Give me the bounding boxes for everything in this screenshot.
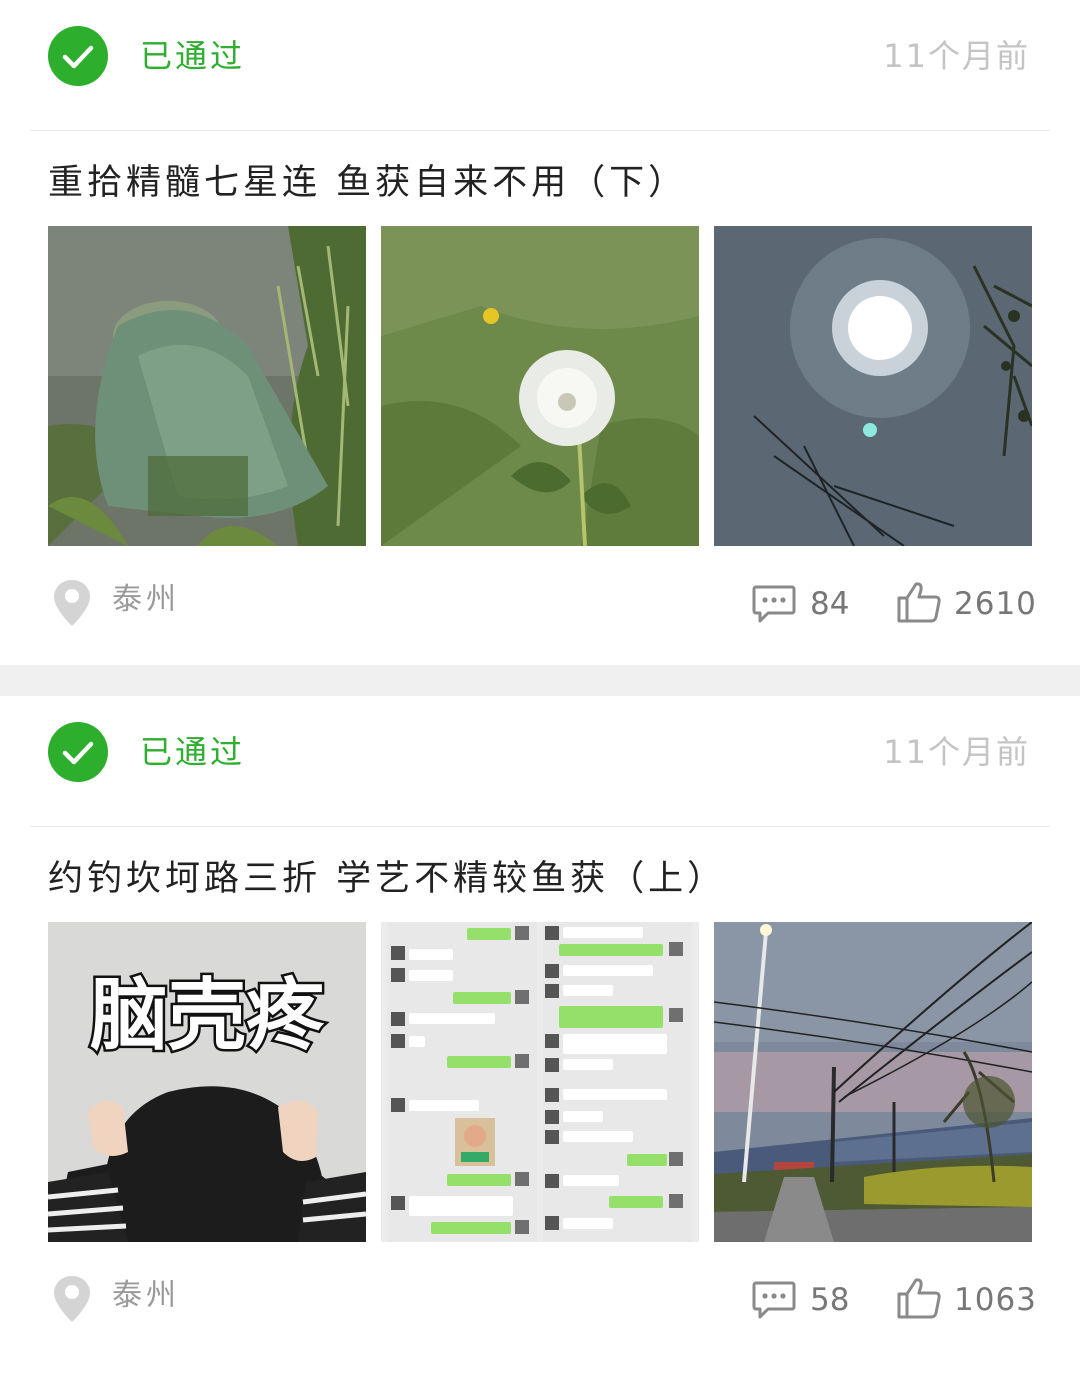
chat-screenshot-image[interactable] <box>381 922 699 1242</box>
like-count[interactable]: 2610 <box>954 584 1037 624</box>
post-title[interactable]: 重拾精髓七星连 鱼获自来不用（下） <box>48 158 687 208</box>
dandelion-photo[interactable] <box>381 226 699 546</box>
post-header: 已通过 11个月前 <box>0 696 1080 826</box>
fish-net-in-water-photo[interactable] <box>48 226 366 546</box>
check-circle-icon <box>48 722 108 782</box>
post-header: 已通过 11个月前 <box>0 0 1080 130</box>
image-grid <box>48 226 1032 546</box>
post-title[interactable]: 约钓坎坷路三折 学艺不精较鱼获（上） <box>48 854 726 904</box>
post-card[interactable]: 已通过 11个月前 约钓坎坷路三折 学艺不精较鱼获（上） 脑壳疼 泰州 58 1… <box>0 696 1080 1376</box>
post-feed: 已通过 11个月前 重拾精髓七星连 鱼获自来不用（下） 泰州 84 2610 已… <box>0 0 1080 1376</box>
comment-count[interactable]: 84 <box>810 584 849 624</box>
comment-count[interactable]: 58 <box>810 1280 849 1320</box>
location-pin-icon <box>54 1276 90 1322</box>
card-separator <box>0 665 1080 696</box>
image-grid: 脑壳疼 <box>48 922 1032 1242</box>
divider <box>30 130 1050 131</box>
post-time: 11个月前 <box>883 733 1030 771</box>
location-label[interactable]: 泰州 <box>112 1276 180 1316</box>
post-time: 11个月前 <box>883 37 1030 75</box>
post-meta: 泰州 58 1063 <box>0 1268 1080 1328</box>
post-meta: 泰州 84 2610 <box>0 572 1080 632</box>
thumbs-up-icon[interactable] <box>896 1276 942 1320</box>
thumbs-up-icon[interactable] <box>896 580 942 624</box>
roadside-power-lines-photo[interactable] <box>714 922 1032 1242</box>
headache-meme-image[interactable]: 脑壳疼 <box>48 922 366 1242</box>
divider <box>30 826 1050 827</box>
like-count[interactable]: 1063 <box>954 1280 1037 1320</box>
location-pin-icon <box>54 580 90 626</box>
review-status: 已通过 <box>140 733 246 771</box>
meme-caption: 脑壳疼 <box>90 971 325 1061</box>
post-card[interactable]: 已通过 11个月前 重拾精髓七星连 鱼获自来不用（下） 泰州 84 2610 <box>0 0 1080 665</box>
location-label[interactable]: 泰州 <box>112 580 180 620</box>
comment-icon[interactable] <box>752 1280 796 1320</box>
comment-icon[interactable] <box>752 584 796 624</box>
sun-in-sky-photo[interactable] <box>714 226 1032 546</box>
check-circle-icon <box>48 26 108 86</box>
review-status: 已通过 <box>140 37 246 75</box>
